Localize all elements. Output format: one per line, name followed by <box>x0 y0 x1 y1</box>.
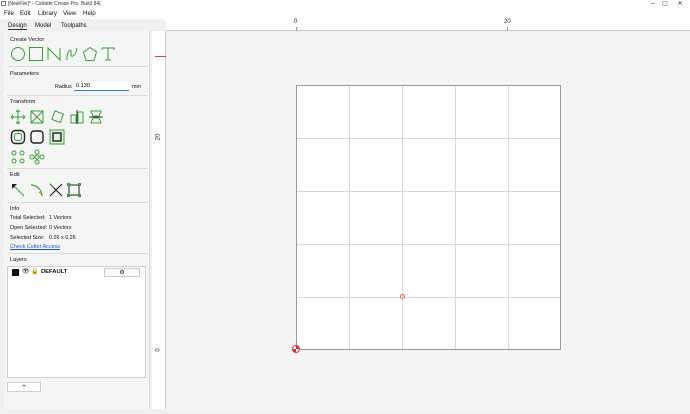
ruler-label-0: 0 <box>294 19 298 25</box>
ruler-label-20: 20 <box>155 133 162 141</box>
create-vector-heading: Create Vector <box>10 37 45 43</box>
align-icon[interactable] <box>69 109 85 125</box>
scale-icon[interactable] <box>29 109 45 125</box>
node-edit-icon[interactable] <box>10 182 26 198</box>
ruler-cursor-marker <box>155 56 166 57</box>
ruler-label-20: 20 <box>504 19 511 25</box>
layers-heading: Layers <box>10 257 27 263</box>
check-cutter-access-link[interactable]: Check Cutter Access <box>10 244 60 250</box>
circular-array-icon[interactable] <box>10 149 26 165</box>
radius-unit: mm <box>132 84 141 90</box>
origin-marker <box>292 345 300 353</box>
ruler-tick <box>296 27 297 31</box>
divider <box>7 168 147 169</box>
grid-line <box>297 244 560 245</box>
menu-file[interactable]: File <box>4 10 14 17</box>
tab-model[interactable]: Model <box>35 23 51 29</box>
move-icon[interactable] <box>10 109 26 125</box>
mirror-icon[interactable] <box>88 109 104 125</box>
selected-size-value: 0.26 x 0.26 <box>49 235 76 241</box>
radius-label: Radius <box>55 84 72 90</box>
open-selected-value: 0 Vectors <box>49 225 72 231</box>
divider <box>7 253 147 254</box>
curve-edit-icon[interactable] <box>29 182 45 198</box>
polyline-icon[interactable] <box>46 46 62 62</box>
ruler-tick <box>507 27 508 31</box>
trim-icon[interactable] <box>48 182 64 198</box>
rectangle-icon[interactable] <box>28 46 44 62</box>
tab-toolpaths[interactable]: Toolpaths <box>61 23 87 29</box>
fillet-icon[interactable] <box>29 129 45 145</box>
menu-edit[interactable]: Edit <box>20 10 31 17</box>
grid-line <box>297 191 560 192</box>
ruler-label-0: 0 <box>155 348 162 352</box>
parameters-heading: Parameters <box>10 71 39 77</box>
menu-library[interactable]: Library <box>38 10 57 17</box>
grid-line <box>349 86 350 349</box>
transform-heading: Transform <box>10 99 36 105</box>
circle-icon[interactable] <box>10 46 26 62</box>
app-icon <box>1 1 6 6</box>
curve-icon[interactable] <box>64 46 80 62</box>
polygon-icon[interactable] <box>82 46 98 62</box>
maximize-button[interactable]: ▢ <box>658 0 672 8</box>
boolean-icon[interactable] <box>49 129 65 145</box>
bbox-edit-icon[interactable] <box>66 182 82 198</box>
lock-icon[interactable]: 🔓 <box>31 268 38 275</box>
grid-line <box>297 138 560 139</box>
offset-icon[interactable] <box>10 129 26 145</box>
tab-design[interactable]: Design <box>8 23 27 30</box>
grid-line <box>508 86 509 349</box>
divider <box>7 66 147 67</box>
stock-workpiece[interactable] <box>296 85 561 350</box>
layers-list: 👁 🔓 DEFAULT ⚙ <box>7 266 146 378</box>
layer-name: DEFAULT <box>41 269 68 275</box>
grid-line <box>402 86 403 349</box>
selected-size-label: Selected Size: <box>10 235 45 241</box>
grid-line <box>455 86 456 349</box>
add-layer-button[interactable]: + <box>7 382 41 392</box>
menu-help[interactable]: Help <box>83 10 96 17</box>
layer-row[interactable]: 👁 🔓 DEFAULT ⚙ <box>8 267 145 278</box>
text-icon[interactable] <box>100 46 116 62</box>
edit-heading: Edit <box>10 172 20 178</box>
divider <box>7 202 147 203</box>
gear-icon: ⚙ <box>119 270 125 276</box>
close-button[interactable]: ✕ <box>673 0 687 8</box>
rectangular-array-icon[interactable] <box>29 149 45 165</box>
total-selected-label: Total Selected: <box>10 215 46 221</box>
window-title: [NewFile]* - Carbide Create Pro, Build 8… <box>8 1 101 7</box>
eye-icon[interactable]: 👁 <box>22 268 30 275</box>
radius-input[interactable] <box>74 82 129 91</box>
menu-view[interactable]: View <box>63 10 76 17</box>
total-selected-value: 1 Vectors <box>49 215 72 221</box>
info-heading: Info <box>10 206 20 212</box>
title-bar: [NewFile]* - Carbide Create Pro, Build 8… <box>0 0 690 8</box>
open-selected-label: Open Selected: <box>10 225 48 231</box>
layer-settings-button[interactable]: ⚙ <box>104 268 140 277</box>
selected-vector[interactable] <box>400 294 405 299</box>
rotate-icon[interactable] <box>49 109 65 125</box>
divider <box>7 95 147 96</box>
grid-line <box>297 297 560 298</box>
horizontal-ruler: 0 20 <box>166 18 690 31</box>
vertical-ruler: 20 0 <box>152 31 166 409</box>
layer-color-swatch[interactable] <box>12 269 19 276</box>
